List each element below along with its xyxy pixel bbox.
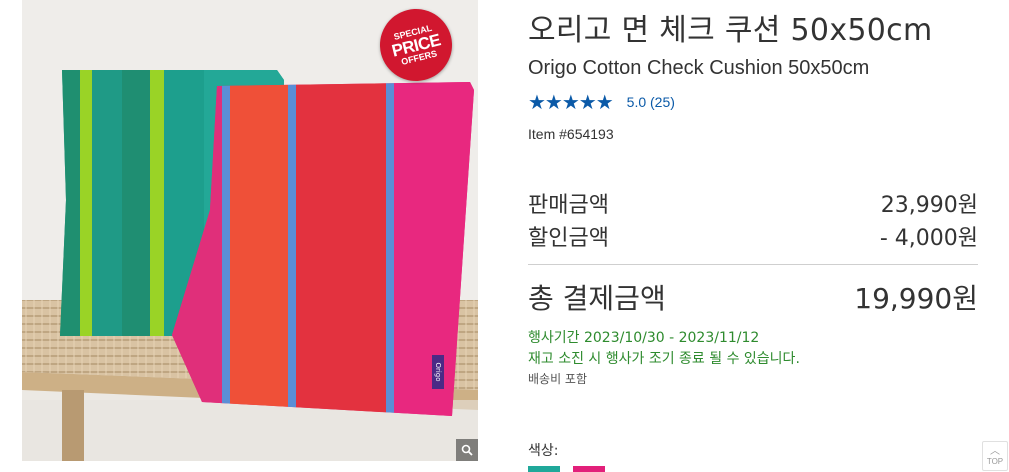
brand-tag-text: Origo xyxy=(434,362,442,381)
color-option-label: 색상: xyxy=(528,443,559,459)
promo-note: 재고 소진 시 행사가 조기 종료 될 수 있습니다. xyxy=(528,351,800,367)
total-price-value: 19,990원 xyxy=(854,282,978,315)
scroll-top-button[interactable]: ︿ TOP xyxy=(982,441,1008,471)
price-divider xyxy=(528,264,978,265)
sale-price-row: 판매금액 23,990원 xyxy=(528,187,978,219)
discount-row: 할인금액 - 4,000원 xyxy=(528,220,978,252)
rating-link[interactable]: 5.0 (25) xyxy=(627,94,675,110)
sale-price-value: 23,990원 xyxy=(880,193,978,218)
total-price-row: 총 결제금액 19,990원 xyxy=(528,277,978,317)
zoom-button[interactable] xyxy=(456,439,478,461)
color-swatch-teal[interactable] xyxy=(528,466,560,472)
star-icon: ★★★★★ xyxy=(528,90,614,114)
chevron-up-icon: ︿ xyxy=(990,445,1000,457)
total-price-label: 총 결제금액 xyxy=(528,282,666,315)
discount-label: 할인금액 xyxy=(528,226,609,251)
color-swatch-pink[interactable] xyxy=(573,466,605,472)
discount-value: - 4,000원 xyxy=(879,226,978,251)
sale-price-label: 판매금액 xyxy=(528,193,609,218)
product-title-korean: 오리고 면 체크 쿠션 50x50cm xyxy=(528,13,933,48)
rating[interactable]: ★★★★★ 5.0 (25) xyxy=(528,90,675,114)
promo-period: 행사기간 2023/10/30 - 2023/11/12 xyxy=(528,330,760,346)
zoom-icon xyxy=(461,444,473,456)
product-title-english: Origo Cotton Check Cushion 50x50cm xyxy=(528,57,870,79)
shipping-info: 배송비 포함 xyxy=(528,372,588,386)
top-button-label: TOP xyxy=(986,456,1004,466)
item-number: Item #654193 xyxy=(528,126,614,142)
